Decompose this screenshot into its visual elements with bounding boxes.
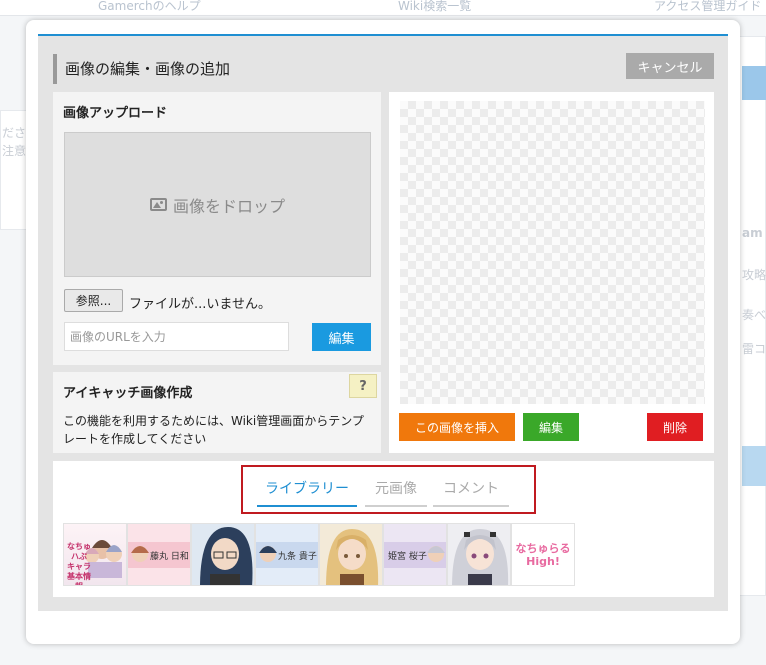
image-icon <box>149 198 167 211</box>
image-edit-modal: 画像の編集・画像の追加 キャンセル 画像アップロード 画像をドロップ 参照...… <box>26 20 740 644</box>
edit-image-button[interactable]: 編集 <box>523 413 579 441</box>
library-thumbnail[interactable]: 藤丸 日和 <box>127 523 191 586</box>
background-link: Gamerchのヘルプ <box>98 0 201 13</box>
thumbnail-caption: 九条 貴子 <box>278 552 317 562</box>
background-text: am <box>742 226 763 240</box>
title-accent-bar <box>53 54 57 84</box>
character-portrait <box>452 529 509 585</box>
tab-comment[interactable]: コメント <box>433 478 509 507</box>
library-thumbnail[interactable]: 姫宮 桜子 <box>383 523 447 586</box>
background-text: 奏べ <box>742 308 766 322</box>
background-text: 雷コ <box>742 342 766 356</box>
modal-body: 画像の編集・画像の追加 キャンセル 画像アップロード 画像をドロップ 参照...… <box>38 34 728 611</box>
tab-library[interactable]: ライブラリー <box>257 478 357 507</box>
image-dropzone[interactable]: 画像をドロップ <box>64 132 371 277</box>
thumbnail-strip: なちゅハぶ キャラ 基本情報 藤丸 日和 <box>63 523 575 586</box>
library-thumbnail[interactable] <box>191 523 255 586</box>
background-text: ださ <box>2 126 27 140</box>
thumbnail-caption: 姫宮 桜子 <box>388 552 427 562</box>
eyecatch-title: アイキャッチ画像作成 <box>63 386 193 401</box>
library-thumbnail[interactable]: 九条 貴子 <box>255 523 319 586</box>
image-upload-panel: 画像アップロード 画像をドロップ 参照... ファイルが...いません。 編集 <box>53 92 381 365</box>
thumbnail-caption: なちゅらる High! <box>515 542 571 568</box>
library-panel: ライブラリー 元画像 コメント なちゅハぶ キャラ 基本情報 <box>53 461 714 597</box>
library-thumbnail[interactable]: なちゅハぶ キャラ 基本情報 <box>63 523 127 586</box>
eyecatch-description: この機能を利用するためには、Wiki管理画面からテンプレートを作成してください <box>63 414 364 446</box>
background-button <box>742 66 766 100</box>
transparent-preview-area <box>400 101 705 404</box>
image-url-input[interactable] <box>64 322 289 351</box>
modal-title: 画像の編集・画像の追加 <box>65 60 231 78</box>
background-text: 注意 <box>2 144 27 158</box>
character-portrait <box>200 527 253 585</box>
insert-image-button[interactable]: この画像を挿入 <box>399 413 515 441</box>
upload-title: 画像アップロード <box>63 106 168 121</box>
library-thumbnail[interactable] <box>447 523 511 586</box>
file-status-text: ファイルが...いません。 <box>129 297 272 312</box>
help-button[interactable]: ? <box>349 374 377 398</box>
cancel-button[interactable]: キャンセル <box>626 53 714 79</box>
background-link: アクセス管理ガイド <box>654 0 762 13</box>
delete-image-button[interactable]: 削除 <box>647 413 703 441</box>
background-top-bar: Gamerchのヘルプ Wiki検索一覧 アクセス管理ガイド <box>0 0 766 16</box>
thumbnail-caption: 藤丸 日和 <box>150 552 189 562</box>
eyecatch-panel: アイキャッチ画像作成 ? この機能を利用するためには、Wiki管理画面からテンプ… <box>53 372 381 453</box>
edit-url-button[interactable]: 編集 <box>312 323 371 351</box>
browse-file-button[interactable]: 参照... <box>64 289 123 312</box>
library-thumbnail[interactable] <box>319 523 383 586</box>
character-portrait <box>326 529 379 585</box>
background-text: 攻略 <box>742 268 766 282</box>
thumbnail-caption: なちゅハぶ キャラ 基本情報 <box>67 542 91 585</box>
dropzone-label: 画像をドロップ <box>172 196 285 216</box>
tab-original-image[interactable]: 元画像 <box>365 478 427 507</box>
image-preview-panel: この画像を挿入 編集 削除 <box>389 92 714 453</box>
background-button <box>742 446 766 486</box>
background-link: Wiki検索一覧 <box>398 0 472 13</box>
library-thumbnail[interactable]: なちゅらる High! <box>511 523 575 586</box>
